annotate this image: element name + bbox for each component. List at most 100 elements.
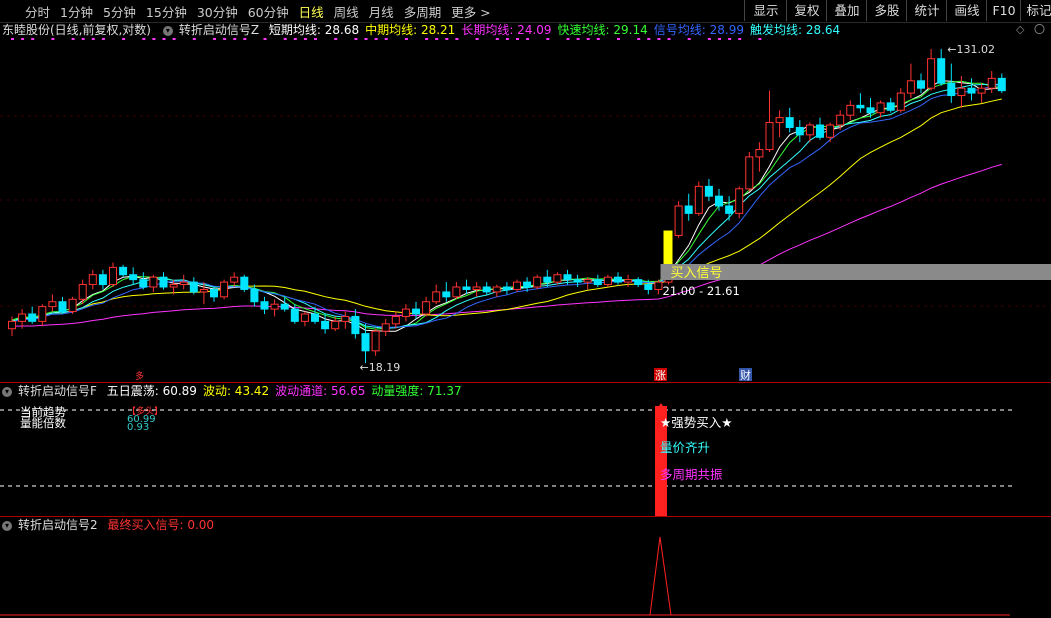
- candle-body: [290, 308, 299, 322]
- candle-body: [98, 274, 107, 286]
- candle-body: [220, 281, 229, 298]
- candle-body: [593, 279, 602, 286]
- candle-body: [826, 124, 835, 138]
- panel3-value-0: 最终买入信号: 0.00: [107, 518, 215, 532]
- candle-body: [8, 320, 16, 330]
- candle-body: [876, 102, 885, 114]
- timeframe-tab-7[interactable]: 周线: [329, 2, 364, 21]
- high-label: ←131.02: [947, 43, 995, 56]
- panel3-menu-icon[interactable]: ▾: [2, 520, 12, 531]
- candle-body: [351, 315, 360, 335]
- candle-body: [442, 291, 451, 298]
- marker-dot: [192, 38, 196, 40]
- timeframe-tab-2[interactable]: 5分钟: [98, 2, 141, 21]
- panel2-indicator-name[interactable]: 转折启动信号F: [18, 384, 97, 398]
- toolbar-button-2[interactable]: 叠加: [826, 0, 867, 21]
- candle-body: [189, 281, 198, 293]
- candle-body: [270, 303, 279, 310]
- marker-dot: [91, 38, 95, 40]
- toolbar-button-7[interactable]: 标记: [1020, 0, 1051, 21]
- toolbar-button-0[interactable]: 显示: [744, 0, 787, 21]
- candle-body: [412, 308, 420, 315]
- toolbar-button-4[interactable]: 统计: [906, 0, 947, 21]
- toolbar-button-6[interactable]: F10: [986, 0, 1021, 21]
- ma-value-0: 短期均线: 28.68: [268, 23, 360, 37]
- marker-dot: [354, 38, 358, 40]
- timeframe-tab-9[interactable]: 多周期: [399, 2, 447, 21]
- candle-body: [250, 288, 259, 303]
- candle-body: [836, 114, 845, 126]
- candle-body: [169, 284, 178, 288]
- timeframe-tab-5[interactable]: 60分钟: [243, 2, 294, 21]
- timeframe-tab-1[interactable]: 1分钟: [55, 2, 98, 21]
- marker-dot: [667, 38, 671, 40]
- marker-dot: [162, 38, 166, 40]
- indicator-name[interactable]: 转折启动信号Z: [179, 23, 259, 37]
- marker-dot: [526, 38, 530, 40]
- candle-body: [78, 284, 87, 300]
- toolbar-button-1[interactable]: 复权: [786, 0, 827, 21]
- candle-body: [38, 306, 47, 322]
- price-chart[interactable]: 买入信号 21.00 - 21.61 ←131.02 ←18.19 涨 财 多: [0, 38, 1051, 382]
- timeframe-tab-8[interactable]: 月线: [364, 2, 399, 21]
- marker-dot: [657, 38, 661, 40]
- window-menu-icon[interactable]: 〇: [1034, 24, 1046, 36]
- marker-dot: [435, 38, 439, 40]
- ma-value-1: 中期均线: 28.21: [365, 23, 456, 37]
- timeframe-tab-6[interactable]: 日线: [294, 2, 329, 21]
- candle-body: [725, 205, 734, 214]
- ma-value-2: 长期均线: 24.09: [461, 23, 552, 37]
- window-menu-icon[interactable]: ◇: [1016, 24, 1028, 36]
- candle-body: [896, 92, 905, 111]
- candle-body: [785, 117, 794, 128]
- main-header: 东睦股份(日线,前复权,对数) ▾ 转折启动信号Z 短期均线: 28.68 中期均线…: [0, 22, 852, 39]
- candle-body: [614, 276, 622, 283]
- strong-buy-text: ★强势买入★: [660, 415, 732, 430]
- candle-body: [240, 276, 249, 290]
- candle-body: [977, 87, 986, 94]
- candle-body: [583, 279, 592, 283]
- panel3-indicator-name[interactable]: 转折启动信号2: [18, 518, 98, 532]
- candle-body: [432, 291, 441, 303]
- marker-dot: [71, 38, 75, 40]
- toolbar-button-3[interactable]: 多股: [866, 0, 907, 21]
- candle-body: [715, 195, 723, 207]
- marker-dot: [81, 38, 85, 40]
- candle-body: [755, 149, 764, 158]
- candle-body: [917, 80, 925, 89]
- timeframe-tab-0[interactable]: 分时: [20, 2, 55, 21]
- marker-dot: [576, 38, 580, 40]
- panel2-menu-icon[interactable]: ▾: [2, 386, 12, 397]
- candle-body: [816, 124, 824, 138]
- panel3-chart[interactable]: [0, 534, 1051, 618]
- marker-dot: [647, 38, 651, 40]
- multi-period-text: 多周期共振: [660, 467, 723, 482]
- candle-body: [866, 107, 875, 114]
- marker-dot: [637, 38, 641, 40]
- marker-dot: [21, 38, 25, 40]
- candle-body: [452, 286, 461, 298]
- candle-body: [937, 58, 946, 84]
- toolbar-button-5[interactable]: 画线: [946, 0, 987, 21]
- indicator-menu-icon[interactable]: ▾: [162, 25, 173, 36]
- candle-body: [856, 104, 865, 109]
- marker-dot: [546, 38, 550, 40]
- candle-body: [58, 301, 67, 313]
- panel2-value-3: 动量强度: 71.37: [371, 384, 462, 398]
- candle-body: [28, 313, 37, 322]
- marker-dot: [233, 38, 237, 40]
- candle-body: [927, 58, 936, 89]
- candle-body: [18, 313, 27, 322]
- tag-left: 多: [135, 370, 144, 382]
- timeframe-tab-4[interactable]: 30分钟: [192, 2, 243, 21]
- panel2-chart[interactable]: ★强势买入★量价齐升多周期共振当前趋势量能倍数【多头】60.990.93: [0, 400, 1051, 516]
- marker-dot: [263, 38, 267, 40]
- candle-body: [634, 279, 643, 286]
- candle-body: [795, 126, 804, 136]
- candle-body: [694, 185, 703, 214]
- timeframe-tab-3[interactable]: 15分钟: [141, 2, 192, 21]
- timeframe-tab-10[interactable]: 更多 >: [446, 2, 495, 21]
- panel3-values: 最终买入信号: 0.00: [107, 518, 220, 532]
- ma-value-5: 触发均线: 28.64: [749, 23, 841, 37]
- candle-body: [321, 320, 330, 330]
